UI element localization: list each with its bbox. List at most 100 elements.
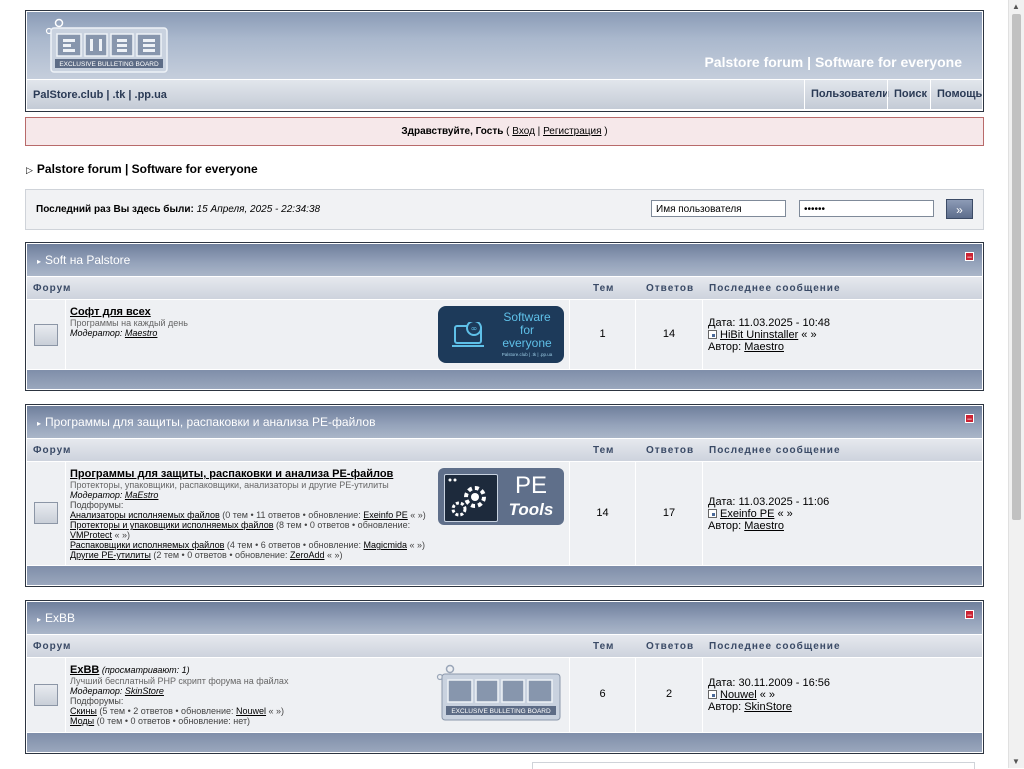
forum-moderator: Модератор: SkinStore: [70, 686, 470, 696]
collapse-icon[interactable]: −: [965, 610, 974, 620]
category-footer: [27, 370, 982, 389]
header-banner: EXCLUSIVE BULLETING BOARD Palstore forum…: [27, 12, 982, 79]
scroll-down-arrow-icon[interactable]: ▼: [1012, 757, 1020, 766]
subforum-update-link[interactable]: Nouwel: [236, 706, 266, 716]
last-post-author: Автор: Maestro: [708, 341, 830, 353]
last-post-nav[interactable]: « »: [798, 329, 816, 341]
nav-search[interactable]: Поиск: [887, 80, 933, 109]
subforum-update-link[interactable]: VMProtect: [70, 530, 112, 540]
forum-info-cell: Софт для всех Программы на каждый день М…: [66, 300, 570, 369]
collapse-icon[interactable]: −: [965, 414, 974, 424]
forum-title-line: ExBB (просматривают: 1): [70, 664, 470, 676]
topics-cell: 6: [570, 658, 636, 732]
category-title-text: Soft на Palstore: [45, 253, 131, 267]
category-pe-tools: ▸ Программы для защиты, распаковки и анал…: [25, 404, 984, 587]
subforum-update-link[interactable]: Exeinfo PE: [363, 510, 408, 520]
subforum-update-link[interactable]: ZeroAdd: [290, 550, 325, 560]
last-post-nav[interactable]: « »: [774, 508, 792, 520]
go-to-post-icon[interactable]: [708, 330, 717, 339]
exbb-logo[interactable]: EXCLUSIVE BULLETING BOARD: [43, 18, 169, 74]
forum-name-link[interactable]: Софт для всех: [70, 306, 188, 318]
last-post-topic-link[interactable]: HiBit Uninstaller: [720, 329, 798, 341]
viewing-count: (просматривают: 1): [99, 665, 190, 675]
subforum-link[interactable]: Скины: [70, 706, 97, 716]
subforum-nav[interactable]: « »): [266, 706, 285, 716]
col-forum: Форум: [33, 283, 72, 294]
subforum-update-link[interactable]: Magicmida: [363, 540, 407, 550]
last-post-cell: Дата: 30.11.2009 - 16:56 Nouwel « » Авто…: [703, 658, 982, 732]
replies-count: 2: [665, 688, 673, 700]
category-title-text: Программы для защиты, распаковки и анали…: [45, 415, 376, 429]
scroll-thumb[interactable]: [1012, 14, 1021, 520]
collapse-icon[interactable]: −: [965, 252, 974, 262]
col-last: Последнее сообщение: [709, 283, 841, 294]
subforum-info: (8 тем • 0 ответов • обновление:: [273, 520, 411, 530]
login-link[interactable]: Вход: [512, 126, 535, 137]
category-title[interactable]: ▸ ExBB: [37, 611, 75, 625]
page-scrollbar[interactable]: ▲ ▼: [1008, 0, 1024, 768]
subforum-link[interactable]: Другие PE-утилиты: [70, 550, 151, 560]
go-to-post-icon[interactable]: [708, 509, 717, 518]
laptop-icon: ∞: [452, 322, 484, 347]
subforum-nav[interactable]: « »): [407, 540, 426, 550]
last-post-date: Дата: 11.03.2025 - 11:06: [708, 496, 830, 508]
paren-open: (: [503, 126, 513, 137]
author-link[interactable]: SkinStore: [744, 701, 792, 713]
login-bar: Последний раз Вы здесь были: 15 Апреля, …: [25, 189, 984, 230]
topics-count: 14: [596, 507, 609, 519]
category-exbb: ▸ ExBB − Форум Тем Ответов Последнее сооб…: [25, 600, 984, 754]
forum-name-link[interactable]: ExBB: [70, 664, 99, 676]
moderator-link[interactable]: SkinStore: [125, 686, 164, 696]
author-link[interactable]: Maestro: [744, 520, 784, 532]
paren-close: ): [601, 126, 608, 137]
breadcrumb-title[interactable]: Palstore forum | Software for everyone: [37, 162, 258, 176]
subforum-info: (2 тем • 0 ответов • обновление:: [150, 550, 290, 560]
forum-row: Софт для всех Программы на каждый день М…: [27, 300, 982, 369]
register-link[interactable]: Регистрация: [543, 126, 601, 137]
last-post-nav[interactable]: « »: [757, 689, 775, 701]
password-input[interactable]: ••••••: [799, 200, 934, 217]
col-topics: Тем: [593, 445, 615, 456]
forum-info-cell: ExBB (просматривают: 1) Лучший бесплатны…: [66, 658, 570, 732]
nav-users[interactable]: Пользователи: [804, 80, 895, 109]
subforum-nav[interactable]: « »): [325, 550, 343, 560]
greeting: Здравствуйте, Гость: [401, 126, 504, 137]
subforum-nav[interactable]: « »): [112, 530, 131, 540]
subforum-info: (4 тем • 6 ответов • обновление:: [224, 540, 364, 550]
category-header: ▸ ExBB −: [27, 602, 982, 634]
replies-cell: 17: [636, 462, 703, 565]
go-to-post-icon[interactable]: [708, 690, 717, 699]
replies-cell: 14: [636, 300, 703, 369]
subforum-link[interactable]: Моды: [70, 716, 94, 726]
last-post-topic-link[interactable]: Nouwel: [720, 689, 757, 701]
last-visit: Последний раз Вы здесь были: 15 Апреля, …: [36, 204, 320, 215]
moderator-link[interactable]: MaEstro: [125, 490, 159, 500]
subforum-nav[interactable]: « »): [408, 510, 426, 520]
replies-count: 17: [662, 507, 676, 519]
last-post-topic-link[interactable]: Exeinfo PE: [720, 508, 774, 520]
scroll-up-arrow-icon[interactable]: ▲: [1012, 2, 1020, 11]
category-title[interactable]: ▸ Программы для защиты, распаковки и анал…: [37, 415, 375, 429]
last-post-date: Дата: 30.11.2009 - 16:56: [708, 677, 831, 689]
pe-tools-banner: PE Tools: [438, 468, 564, 525]
moderator-link[interactable]: Maestro: [125, 328, 158, 338]
category-title[interactable]: ▸ Soft на Palstore: [37, 253, 130, 267]
author-link[interactable]: Maestro: [744, 341, 784, 353]
welcome-bar: Здравствуйте, Гость ( Вход | Регистрация…: [25, 117, 984, 146]
col-last: Последнее сообщение: [709, 445, 841, 456]
forum-icon-cell: [27, 462, 66, 565]
nav-help[interactable]: Помощь: [930, 80, 988, 109]
subforum-link[interactable]: Распаковщики исполняемых файлов: [70, 540, 224, 550]
username-input[interactable]: Имя пользователя: [651, 200, 786, 217]
replies-count: 14: [662, 328, 676, 340]
replies-cell: 2: [636, 658, 703, 732]
subforum-info: (5 тем • 2 ответов • обновление:: [96, 706, 237, 716]
site-domains-link[interactable]: PalStore.club | .tk | .pp.ua: [33, 89, 167, 101]
login-submit-button[interactable]: »: [946, 199, 973, 219]
subforum-link[interactable]: Протекторы и упаковщики исполняемых файл…: [70, 520, 274, 530]
topics-count: 6: [599, 688, 606, 700]
forum-header: EXCLUSIVE BULLETING BOARD Palstore forum…: [25, 10, 984, 112]
forum-status-icon: [34, 324, 58, 346]
forum-status-icon: [34, 684, 58, 706]
subforum-link[interactable]: Анализаторы исполняемых файлов: [70, 510, 220, 520]
